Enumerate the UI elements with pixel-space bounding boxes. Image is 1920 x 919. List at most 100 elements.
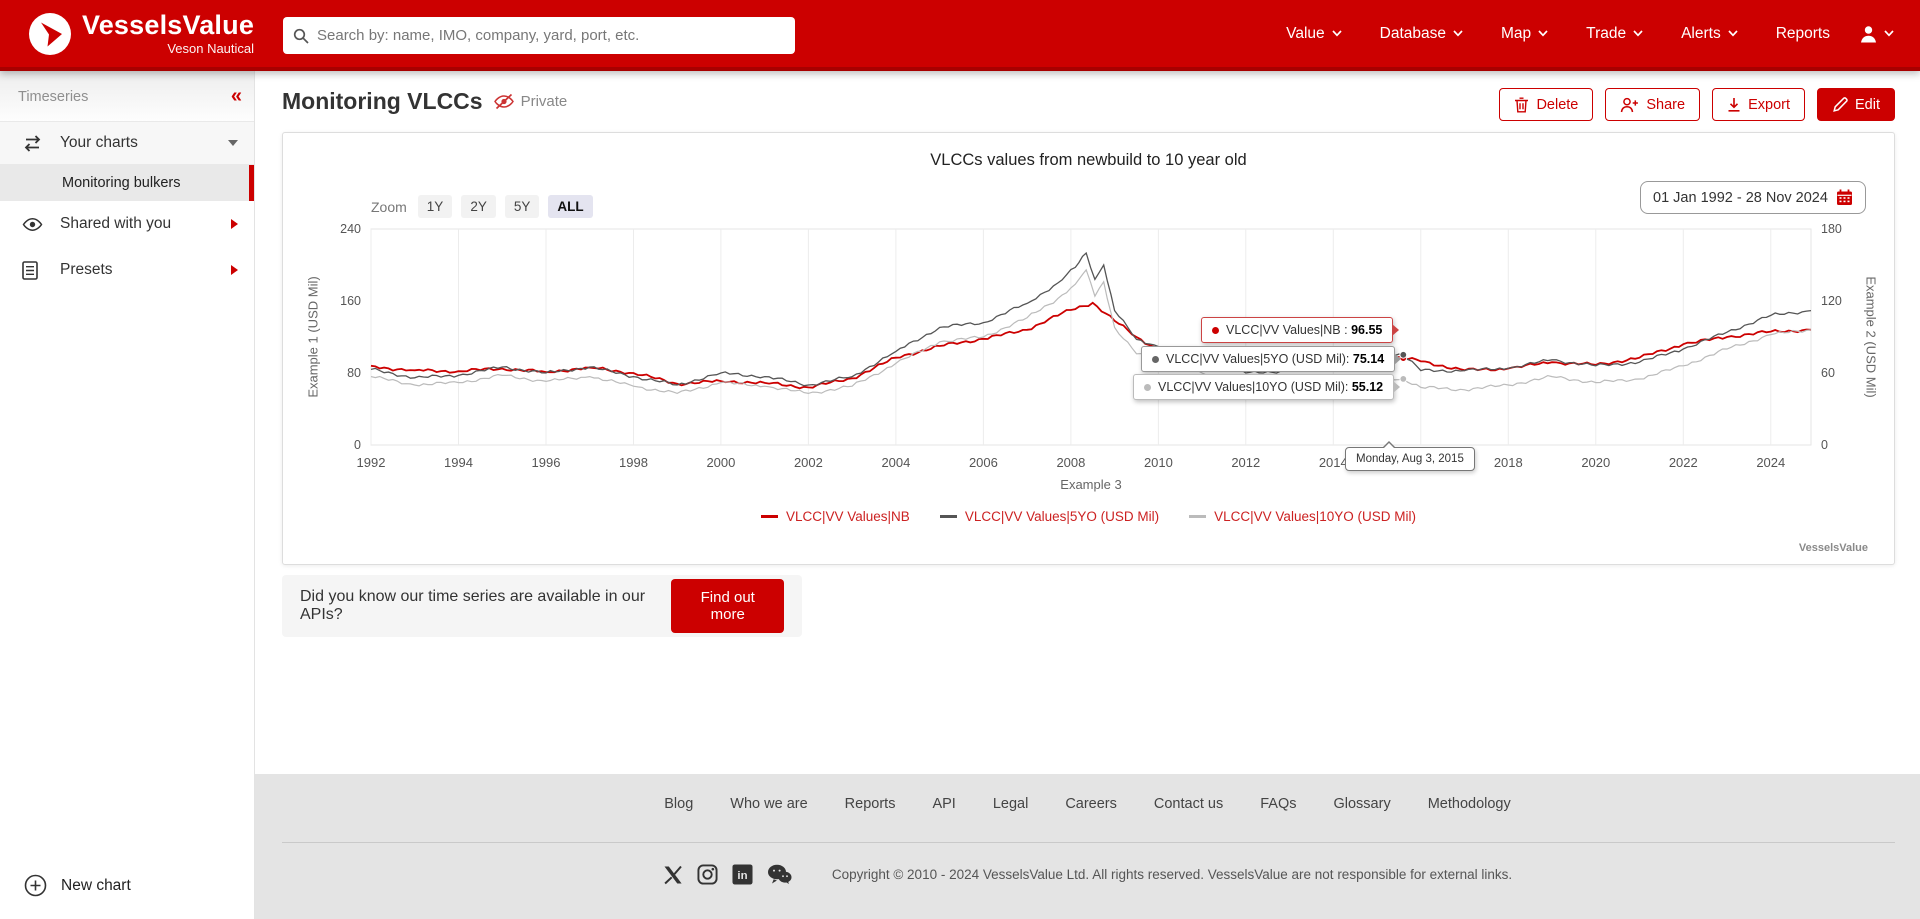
sidebar-item-presets[interactable]: Presets — [0, 247, 254, 293]
new-chart-button[interactable]: New chart — [24, 874, 131, 897]
series-line[interactable] — [371, 303, 1811, 389]
nav-item-reports[interactable]: Reports — [1776, 25, 1830, 43]
vesselsvalue-logo-icon — [28, 12, 72, 56]
zoom-option-2y[interactable]: 2Y — [461, 195, 496, 218]
legend-item[interactable]: VLCC|VV Values|5YO (USD Mil) — [940, 509, 1159, 524]
plot-border — [371, 229, 1811, 445]
user-menu[interactable] — [1858, 0, 1894, 67]
global-search[interactable] — [283, 17, 795, 54]
eye-off-icon — [493, 93, 515, 110]
sidebar-item-label: Shared with you — [60, 215, 171, 233]
zoom-label: Zoom — [371, 199, 407, 215]
chevron-down-icon — [1538, 30, 1548, 37]
brand-subtitle: Veson Nautical — [167, 42, 254, 55]
footer-link-methodology[interactable]: Methodology — [1428, 796, 1511, 812]
x-axis-label: Example 3 — [371, 477, 1811, 492]
caret-right-icon — [231, 265, 238, 275]
edit-button[interactable]: Edit — [1817, 88, 1895, 121]
privacy-badge: Private — [493, 93, 568, 110]
zoom-option-all[interactable]: ALL — [548, 195, 592, 218]
x-tick-label: 2018 — [1494, 455, 1523, 470]
chevron-down-icon — [1728, 30, 1738, 37]
series-line[interactable] — [371, 270, 1811, 394]
footer-link-legal[interactable]: Legal — [993, 796, 1028, 812]
footer-link-who-we-are[interactable]: Who we are — [730, 796, 807, 812]
nav-item-alerts[interactable]: Alerts — [1681, 25, 1738, 43]
delete-button[interactable]: Delete — [1499, 88, 1593, 121]
x-twitter-icon[interactable] — [663, 865, 683, 885]
user-icon — [1858, 24, 1879, 44]
wechat-icon[interactable] — [767, 864, 792, 885]
nav-item-trade[interactable]: Trade — [1586, 25, 1643, 43]
footer-link-faqs[interactable]: FAQs — [1260, 796, 1296, 812]
list-icon — [22, 261, 38, 280]
footer-link-reports[interactable]: Reports — [845, 796, 896, 812]
legend-item[interactable]: VLCC|VV Values|10YO (USD Mil) — [1189, 509, 1416, 524]
plus-circle-icon — [24, 874, 47, 897]
nav-item-database[interactable]: Database — [1380, 25, 1463, 43]
zoom-option-5y[interactable]: 5Y — [505, 195, 540, 218]
eye-icon — [22, 217, 43, 232]
hover-marker — [1400, 376, 1407, 383]
caret-right-icon — [231, 219, 238, 229]
brand-name: VesselsValue — [82, 12, 254, 39]
collapse-sidebar-icon[interactable]: « — [231, 85, 242, 108]
y2-tick-label: 60 — [1821, 366, 1835, 380]
calendar-icon — [1836, 189, 1853, 206]
pencil-icon — [1832, 97, 1848, 113]
y1-tick-label: 80 — [347, 366, 361, 380]
date-range-picker[interactable]: 01 Jan 1992 - 28 Nov 2024 — [1640, 181, 1866, 214]
chevron-down-icon — [1453, 30, 1463, 37]
sidebar-item-your-charts[interactable]: Your charts — [0, 121, 254, 165]
api-banner-text: Did you know our time series are availab… — [300, 588, 657, 624]
hover-tooltip-row: VLCC|VV Values|NB : 96.55 — [1201, 317, 1393, 343]
sidebar-item-shared-with-you[interactable]: Shared with you — [0, 201, 254, 247]
x-tick-label: 2014 — [1319, 455, 1348, 470]
footer-link-contact-us[interactable]: Contact us — [1154, 796, 1223, 812]
chart-legend: VLCC|VV Values|NB VLCC|VV Values|5YO (USD… — [283, 509, 1894, 524]
share-button[interactable]: Share — [1605, 88, 1700, 121]
sidebar-item-monitoring-bulkers[interactable]: Monitoring bulkers — [0, 165, 254, 201]
sidebar-item-label: Monitoring bulkers — [62, 175, 180, 191]
instagram-icon[interactable] — [697, 864, 718, 885]
find-out-more-button[interactable]: Find out more — [671, 579, 784, 633]
export-button[interactable]: Export — [1712, 88, 1805, 121]
y1-tick-label: 240 — [340, 222, 361, 236]
api-banner: Did you know our time series are availab… — [282, 575, 802, 637]
series-line[interactable] — [371, 253, 1811, 386]
linkedin-icon[interactable]: in — [732, 864, 753, 885]
chart-card: 1992199419961998200020022004200620082010… — [282, 132, 1895, 565]
footer-link-blog[interactable]: Blog — [664, 796, 693, 812]
x-tick-label: 2012 — [1231, 455, 1260, 470]
y1-tick-label: 160 — [340, 294, 361, 308]
footer-link-glossary[interactable]: Glossary — [1333, 796, 1390, 812]
svg-text:in: in — [737, 870, 747, 882]
x-tick-label: 2010 — [1144, 455, 1173, 470]
person-plus-icon — [1620, 97, 1639, 113]
x-tick-label: 2006 — [969, 455, 998, 470]
chart-watermark: VesselsValue — [1799, 542, 1868, 554]
copyright-text: Copyright © 2010 - 2024 VesselsValue Ltd… — [832, 867, 1512, 882]
zoom-controls: Zoom 1Y 2Y 5Y ALL — [371, 195, 593, 218]
search-input[interactable] — [317, 27, 785, 44]
hover-tooltip-row: VLCC|VV Values|5YO (USD Mil): 75.14 — [1141, 346, 1395, 372]
chevron-down-icon — [1884, 30, 1894, 37]
privacy-label: Private — [521, 93, 568, 110]
sidebar: Timeseries « Your chartsMonitoring bulke… — [0, 71, 255, 919]
chevron-down-icon — [1332, 30, 1342, 37]
y1-tick-label: 0 — [354, 438, 361, 452]
sidebar-item-label: Your charts — [60, 134, 138, 152]
nav-item-value[interactable]: Value — [1286, 25, 1342, 43]
x-tick-label: 1996 — [532, 455, 561, 470]
footer-link-careers[interactable]: Careers — [1065, 796, 1117, 812]
page-title: Monitoring VLCCs — [282, 88, 483, 115]
chevron-down-icon — [1633, 30, 1643, 37]
legend-item[interactable]: VLCC|VV Values|NB — [761, 509, 910, 524]
footer-link-api[interactable]: API — [932, 796, 955, 812]
brand-logo[interactable]: VesselsValue Veson Nautical — [28, 12, 254, 56]
caret-down-icon — [228, 140, 238, 146]
trash-icon — [1514, 97, 1529, 113]
zoom-option-1y[interactable]: 1Y — [418, 195, 453, 218]
nav-item-map[interactable]: Map — [1501, 25, 1548, 43]
download-icon — [1727, 97, 1741, 113]
